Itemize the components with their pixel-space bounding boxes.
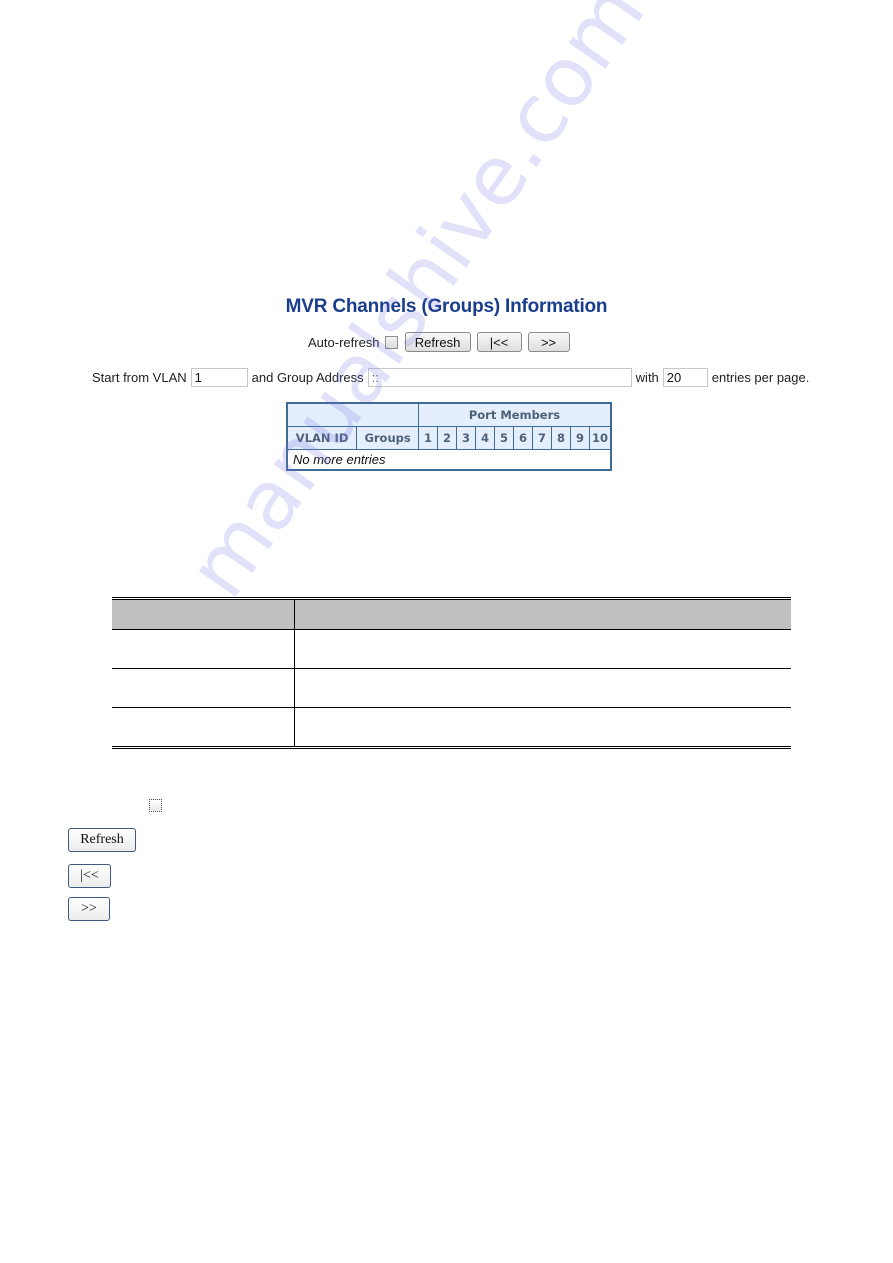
port-header: 9: [569, 426, 590, 450]
table-row: No more entries: [287, 449, 611, 470]
auto-refresh-label: Auto-refresh: [308, 334, 380, 350]
port-members-header: Port Members: [417, 402, 612, 427]
table-row: [112, 629, 791, 669]
filter-row: Start from VLAN 1 and Group Address :: w…: [92, 367, 809, 387]
start-vlan-input[interactable]: 1: [190, 367, 248, 387]
group-address-input[interactable]: ::: [367, 367, 632, 387]
page-title: MVR Channels (Groups) Information: [285, 296, 608, 317]
port-header: 7: [531, 426, 552, 450]
port-header: 1: [417, 426, 438, 450]
auto-refresh-checkbox-icon: [149, 799, 162, 812]
first-page-button-image: |<<: [68, 864, 111, 888]
object-cell: [112, 668, 295, 708]
next-page-button-image: >>: [68, 897, 110, 921]
description-cell: [294, 668, 791, 708]
refresh-button-image: Refresh: [68, 828, 136, 852]
object-header-cell: [112, 598, 295, 630]
port-header: 5: [493, 426, 514, 450]
port-header: 2: [436, 426, 457, 450]
empty-message: No more entries: [287, 449, 611, 470]
port-header: 8: [550, 426, 571, 450]
table-header-row-1: Port Members: [286, 402, 612, 427]
object-cell: [112, 629, 295, 669]
first-page-button[interactable]: |<<: [476, 332, 522, 352]
table-row: [112, 668, 791, 708]
description-cell: [295, 708, 792, 748]
groups-header: Groups: [356, 426, 419, 450]
entries-per-page-input[interactable]: 20: [662, 367, 708, 387]
port-header: 4: [474, 426, 495, 450]
port-header: 10: [588, 426, 612, 450]
auto-refresh-checkbox[interactable]: [384, 335, 398, 349]
object-cell: [112, 707, 295, 748]
next-page-button[interactable]: >>: [527, 332, 570, 352]
description-table: [112, 597, 791, 749]
description-cell: [294, 629, 791, 669]
table-row: [112, 707, 792, 748]
description-header-cell: [294, 598, 791, 630]
with-label: with: [635, 369, 659, 385]
refresh-button[interactable]: Refresh: [404, 332, 471, 352]
entries-per-page-label: entries per page.: [711, 369, 810, 385]
port-header: 6: [512, 426, 533, 450]
description-table-header: [112, 598, 791, 630]
mvr-channels-table: Port Members VLAN ID Groups 1 2 3 4 5 6 …: [286, 402, 612, 471]
group-address-label: and Group Address: [251, 369, 364, 385]
header-blank: [286, 402, 419, 427]
start-vlan-label: Start from VLAN: [92, 369, 187, 385]
port-header: 3: [455, 426, 476, 450]
toolbar: Auto-refresh Refresh |<< >>: [308, 331, 576, 353]
vlan-id-header: VLAN ID: [286, 426, 358, 450]
table-header-row-2: VLAN ID Groups 1 2 3 4 5 6 7 8 9 10: [286, 426, 612, 450]
